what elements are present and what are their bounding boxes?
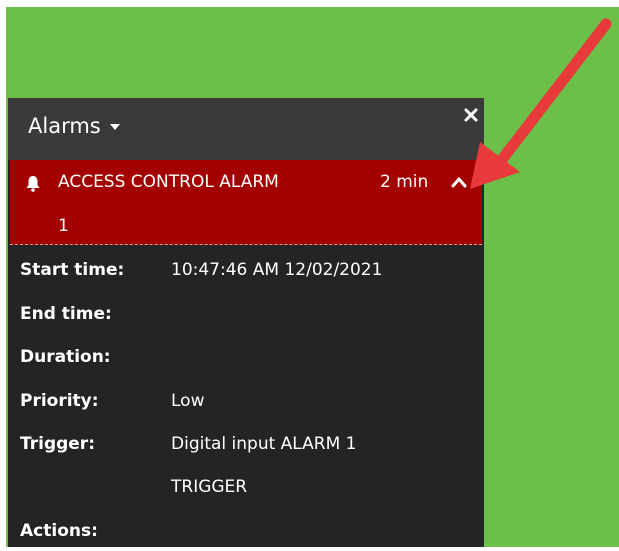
detail-value: TRIGGER: [171, 477, 248, 497]
detail-value: Low: [171, 391, 205, 411]
alarms-dropdown[interactable]: Alarms: [28, 114, 120, 138]
detail-label: Duration:: [20, 347, 111, 367]
alarms-panel: Alarms ACCESS CONTROL ALARM 1 2 min Star…: [8, 98, 484, 547]
detail-label: End time:: [20, 304, 112, 324]
panel-header: Alarms: [8, 98, 484, 160]
bell-icon: [26, 176, 40, 192]
close-icon[interactable]: [464, 108, 478, 122]
chevron-up-icon[interactable]: [451, 176, 467, 188]
alarm-id: 1: [58, 216, 69, 236]
panel-title: Alarms: [28, 114, 101, 138]
detail-value: 10:47:46 AM 12/02/2021: [171, 260, 383, 280]
detail-value: Digital input ALARM 1: [171, 434, 357, 454]
detail-row-trigger-cont: TRIGGER: [8, 477, 484, 507]
detail-row-trigger: Trigger: Digital input ALARM 1: [8, 434, 484, 464]
detail-label: Trigger:: [20, 434, 95, 454]
detail-row-priority: Priority: Low: [8, 391, 484, 421]
caret-down-icon: [109, 124, 120, 130]
alarm-name: ACCESS CONTROL ALARM: [58, 172, 279, 192]
detail-label: Actions:: [20, 521, 98, 541]
detail-label: Start time:: [20, 260, 125, 280]
alarm-elapsed: 2 min: [380, 172, 429, 192]
detail-row-start-time: Start time: 10:47:46 AM 12/02/2021: [8, 260, 484, 290]
detail-label: Priority:: [20, 391, 99, 411]
detail-row-end-time: End time:: [8, 304, 484, 334]
alarm-header[interactable]: ACCESS CONTROL ALARM 1 2 min: [10, 160, 482, 245]
detail-row-duration: Duration:: [8, 347, 484, 377]
